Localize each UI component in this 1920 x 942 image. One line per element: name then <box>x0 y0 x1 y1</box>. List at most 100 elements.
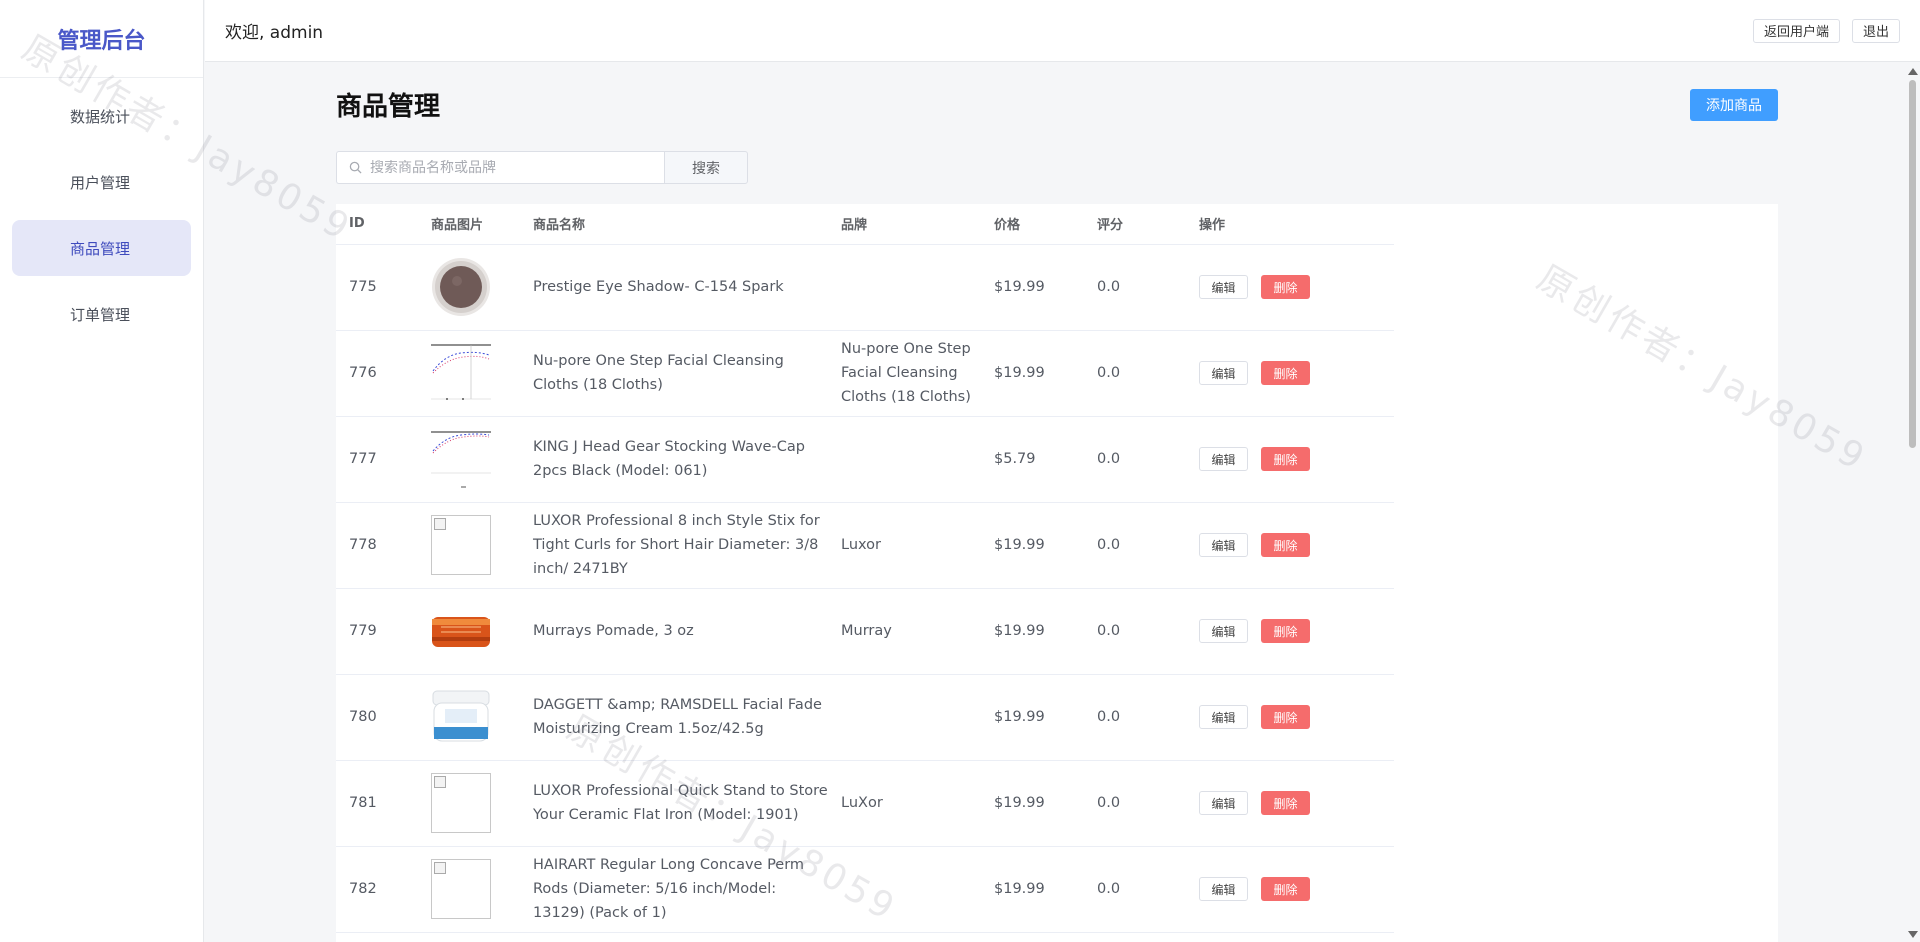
row-actions: 编辑 删除 <box>1199 705 1394 729</box>
product-table-container: ID 商品图片 商品名称 品牌 价格 评分 操作 775 Prestige Ey… <box>336 204 1778 942</box>
delete-button[interactable]: 删除 <box>1261 877 1310 901</box>
table-row: 777 KING J Head Gear Stocking Wave-Cap 2… <box>336 416 1394 503</box>
delete-button[interactable]: 删除 <box>1261 705 1310 729</box>
cell-name: LUXOR Professional Quick Stand to Store … <box>520 760 828 847</box>
product-image-broken <box>431 773 491 833</box>
cell-brand <box>828 244 981 331</box>
row-actions: 编辑 删除 <box>1199 361 1394 385</box>
row-actions: 编辑 删除 <box>1199 619 1394 643</box>
cell-brand: Nu-pore One Step Facial Cleansing Cloths… <box>828 330 981 417</box>
delete-button[interactable]: 删除 <box>1261 619 1310 643</box>
add-product-button[interactable]: 添加商品 <box>1690 88 1778 121</box>
edit-button[interactable]: 编辑 <box>1199 447 1248 471</box>
delete-button[interactable]: 删除 <box>1261 791 1310 815</box>
edit-button[interactable]: 编辑 <box>1199 705 1248 729</box>
broken-image-icon <box>434 776 446 788</box>
search-box <box>336 151 664 184</box>
edit-button[interactable]: 编辑 <box>1199 619 1248 643</box>
cell-id: 777 <box>336 416 418 503</box>
search-button[interactable]: 搜索 <box>664 151 748 184</box>
table-row: 780 DAGGETT &amp; RAMSDELL Facial Fade M… <box>336 674 1394 761</box>
sidebar-item-statistics[interactable]: 数据统计 <box>12 88 191 144</box>
edit-button[interactable]: 编辑 <box>1199 791 1248 815</box>
column-header: 商品图片 <box>418 204 520 245</box>
cell-rating: 0.0 <box>1084 416 1186 503</box>
table-row: 779 Murrays Pomade, 3 oz Murray $19.99 0… <box>336 588 1394 675</box>
table-row: 775 Prestige Eye Shadow- C-154 Spark $19… <box>336 244 1394 331</box>
cell-id: 780 <box>336 674 418 761</box>
product-image-cream <box>431 687 491 747</box>
scroll-thumb[interactable] <box>1909 80 1916 448</box>
sidebar: 管理后台 数据统计 用户管理 商品管理 订单管理 <box>0 0 204 942</box>
column-header: 价格 <box>981 204 1084 245</box>
cell-brand: Murray <box>828 588 981 675</box>
edit-button[interactable]: 编辑 <box>1199 877 1248 901</box>
row-actions: 编辑 删除 <box>1199 447 1394 471</box>
header-actions: 返回用户端 退出 <box>1752 18 1900 43</box>
delete-button[interactable]: 删除 <box>1261 361 1310 385</box>
cell-brand: Luxor <box>828 502 981 589</box>
table-row: 782 HAIRART Regular Long Concave Perm Ro… <box>336 846 1394 933</box>
app-root: 管理后台 数据统计 用户管理 商品管理 订单管理 欢迎, admin 返回用户端… <box>0 0 1920 942</box>
table-row: 781 LUXOR Professional Quick Stand to St… <box>336 760 1394 847</box>
vertical-scrollbar[interactable] <box>1906 66 1918 940</box>
cell-name: KING J Head Gear Stocking Wave-Cap 2pcs … <box>520 416 828 503</box>
search-icon <box>349 161 362 174</box>
product-image-broken <box>431 515 491 575</box>
cell-price: $19.99 <box>981 846 1084 933</box>
row-actions: 编辑 删除 <box>1199 275 1394 299</box>
cell-name: LUXOR Professional 8 inch Style Stix for… <box>520 502 828 589</box>
cell-id: 779 <box>336 588 418 675</box>
sidebar-item-orders[interactable]: 订单管理 <box>12 286 191 342</box>
table-row: 778 LUXOR Professional 8 inch Style Stix… <box>336 502 1394 589</box>
delete-button[interactable]: 删除 <box>1261 533 1310 557</box>
cell-rating: 0.0 <box>1084 674 1186 761</box>
cell-rating: 0.0 <box>1084 588 1186 675</box>
cell-rating: 0.0 <box>1084 846 1186 933</box>
product-image-pomade <box>431 601 491 661</box>
cell-name: HAIRART Regular Long Concave Perm Rods (… <box>520 846 828 933</box>
main-content: 商品管理 添加商品 搜索 ID <box>205 62 1905 942</box>
edit-button[interactable]: 编辑 <box>1199 533 1248 557</box>
cell-price: $19.99 <box>981 588 1084 675</box>
delete-button[interactable]: 删除 <box>1261 275 1310 299</box>
cell-id: 781 <box>336 760 418 847</box>
column-header: 商品名称 <box>520 204 828 245</box>
product-table: ID 商品图片 商品名称 品牌 价格 评分 操作 775 Prestige Ey… <box>336 204 1394 933</box>
edit-button[interactable]: 编辑 <box>1199 361 1248 385</box>
edit-button[interactable]: 编辑 <box>1199 275 1248 299</box>
table-row: 776 Nu-pore One Step Facial Cleansing Cl… <box>336 330 1394 417</box>
product-image-chart <box>431 429 491 489</box>
product-image-broken <box>431 859 491 919</box>
column-header: 评分 <box>1084 204 1186 245</box>
search-input[interactable] <box>370 159 660 176</box>
cell-price: $5.79 <box>981 416 1084 503</box>
scroll-down-arrow-icon[interactable] <box>1908 931 1918 938</box>
page-title: 商品管理 <box>336 92 441 122</box>
sidebar-item-users[interactable]: 用户管理 <box>12 154 191 210</box>
column-header: ID <box>336 204 418 245</box>
cell-brand: LuXor <box>828 760 981 847</box>
cell-rating: 0.0 <box>1084 760 1186 847</box>
cell-rating: 0.0 <box>1084 502 1186 589</box>
broken-image-icon <box>434 862 446 874</box>
row-actions: 编辑 删除 <box>1199 533 1394 557</box>
table-header-row: ID 商品图片 商品名称 品牌 价格 评分 操作 <box>336 204 1394 245</box>
cell-name: Nu-pore One Step Facial Cleansing Cloths… <box>520 330 828 417</box>
title-row: 商品管理 添加商品 <box>336 86 1778 123</box>
column-header: 品牌 <box>828 204 981 245</box>
cell-id: 775 <box>336 244 418 331</box>
cell-rating: 0.0 <box>1084 330 1186 417</box>
logout-button[interactable]: 退出 <box>1851 18 1900 43</box>
cell-price: $19.99 <box>981 674 1084 761</box>
sidebar-item-products[interactable]: 商品管理 <box>12 220 191 276</box>
scroll-up-arrow-icon[interactable] <box>1908 68 1918 75</box>
back-to-user-button[interactable]: 返回用户端 <box>1752 18 1840 43</box>
delete-button[interactable]: 删除 <box>1261 447 1310 471</box>
top-header: 欢迎, admin 返回用户端 退出 <box>205 0 1920 62</box>
welcome-text: 欢迎, admin <box>225 23 324 43</box>
cell-rating: 0.0 <box>1084 244 1186 331</box>
cell-price: $19.99 <box>981 502 1084 589</box>
cell-name: Prestige Eye Shadow- C-154 Spark <box>520 244 828 331</box>
cell-price: $19.99 <box>981 330 1084 417</box>
